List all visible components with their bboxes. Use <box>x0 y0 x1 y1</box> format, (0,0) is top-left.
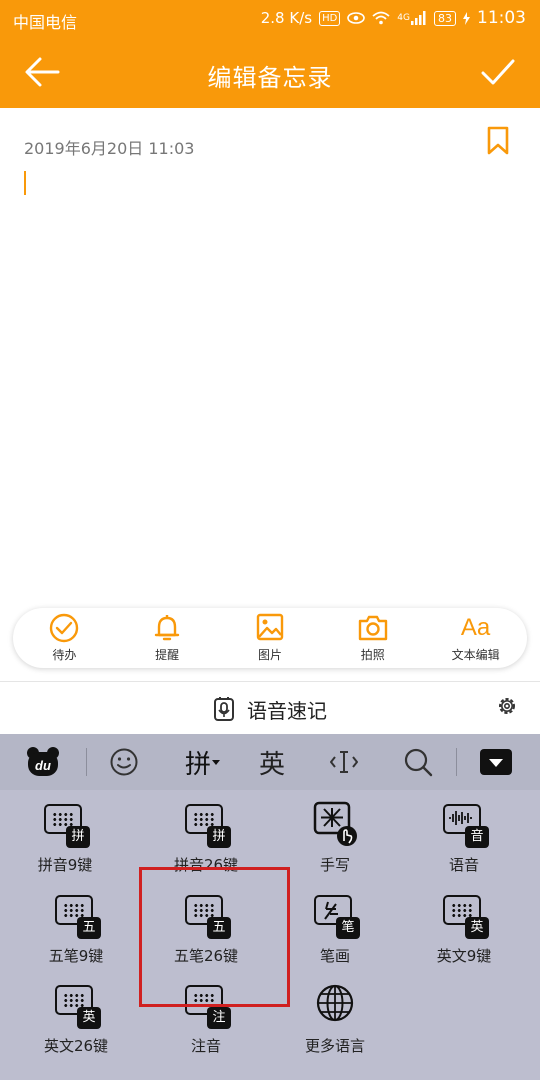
keyboard-icon: 拼 <box>40 800 90 848</box>
network-type: 4G <box>397 13 410 23</box>
keyboard-icon: 五 <box>51 891 101 939</box>
globe-icon <box>310 981 360 1029</box>
divider <box>0 681 540 682</box>
stroke-icon: 笔 <box>310 891 360 939</box>
input-method-label: 语音 <box>448 856 479 874</box>
charging-icon <box>463 11 470 25</box>
badge: 注 <box>207 1007 231 1029</box>
badge: 音 <box>465 826 489 848</box>
hide-keyboard-icon[interactable] <box>476 734 516 790</box>
english-label: 英 <box>258 749 285 780</box>
camera-icon <box>358 615 387 641</box>
keyboard-toolbar: du 拼 英 <box>0 734 540 790</box>
note-action-bar: 待办 提醒 图片 拍照 Aa 文本编辑 <box>13 608 527 668</box>
input-method-handwriting[interactable]: 手写 <box>270 800 400 875</box>
dropdown-icon <box>212 760 220 765</box>
image-icon <box>256 613 284 641</box>
camera-label: 拍照 <box>360 648 385 662</box>
english-mode-toggle[interactable]: 英 <box>252 734 292 790</box>
input-method-english-9[interactable]: 英 英文9键 <box>399 891 529 966</box>
input-method-label: 注音 <box>190 1037 221 1055</box>
badge: 五 <box>77 917 101 939</box>
voice-input-icon: 音 <box>439 800 489 848</box>
status-indicators: 2.8 K/s HD 4G 83 11:03 <box>261 8 526 28</box>
keyboard-icon: 英 <box>439 891 489 939</box>
todo-action[interactable]: 待办 <box>24 613 104 663</box>
input-method-label: 英文26键 <box>43 1037 109 1055</box>
app-header: 中国电信 2.8 K/s HD 4G 83 11:03 编辑备忘录 <box>0 0 540 108</box>
image-action[interactable]: 图片 <box>230 613 310 663</box>
image-label: 图片 <box>257 648 282 662</box>
keyboard-icon: 英 <box>51 981 101 1029</box>
input-method-pinyin-9[interactable]: 拼 拼音9键 <box>0 800 130 875</box>
reminder-label: 提醒 <box>155 648 180 662</box>
text-cursor[interactable] <box>24 171 26 195</box>
input-method-label: 更多语言 <box>304 1037 365 1055</box>
text-format-icon: Aa <box>460 614 491 641</box>
network-speed: 2.8 K/s <box>260 9 313 27</box>
input-method-label: 英文9键 <box>436 947 492 965</box>
clock: 11:03 <box>477 8 526 28</box>
toolbar-separator <box>456 748 457 776</box>
toolbar: 编辑备忘录 <box>0 36 540 108</box>
note-date: 2019年6月20日 11:03 <box>24 139 195 158</box>
input-method-pinyin-26[interactable]: 拼 拼音26键 <box>141 800 271 875</box>
badge: 笔 <box>336 917 360 939</box>
search-icon[interactable] <box>398 734 438 790</box>
save-check-icon[interactable] <box>480 56 516 88</box>
camera-action[interactable]: 拍照 <box>333 613 413 663</box>
battery-icon: 83 <box>434 10 456 26</box>
signal-icon <box>411 11 426 25</box>
badge: 英 <box>465 917 489 939</box>
voice-note-label: 语音速记 <box>247 698 327 723</box>
check-circle-icon <box>50 613 79 643</box>
wifi-icon <box>372 11 390 25</box>
handwriting-icon <box>310 800 360 848</box>
cursor-move-icon[interactable] <box>324 734 364 790</box>
pinyin-label: 拼 <box>184 749 211 780</box>
text-format-action[interactable]: Aa 文本编辑 <box>436 613 516 663</box>
status-bar: 中国电信 2.8 K/s HD 4G 83 11:03 <box>0 0 540 36</box>
input-method-voice[interactable]: 音 语音 <box>399 800 529 875</box>
badge: 拼 <box>66 826 90 848</box>
eye-icon <box>347 12 366 24</box>
text-format-label: 文本编辑 <box>451 648 500 662</box>
input-method-english-26[interactable]: 英 英文26键 <box>11 981 141 1056</box>
input-method-wubi-9[interactable]: 五 五笔9键 <box>11 891 141 966</box>
todo-label: 待办 <box>52 648 77 662</box>
pinyin-mode-toggle[interactable]: 拼 <box>178 734 228 790</box>
voice-recorder-icon <box>214 697 234 721</box>
emoji-icon[interactable] <box>104 734 144 790</box>
input-method-label: 拼音9键 <box>37 856 93 874</box>
svg-text:du: du <box>35 758 51 773</box>
voice-note-button[interactable]: 语音速记 <box>0 684 540 734</box>
keyboard-icon: 拼 <box>181 800 231 848</box>
reminder-action[interactable]: 提醒 <box>127 613 207 663</box>
carrier-label: 中国电信 <box>13 13 78 32</box>
bookmark-icon[interactable] <box>486 126 510 156</box>
gear-icon[interactable] <box>496 695 518 717</box>
highlight-box <box>139 867 290 1007</box>
input-method-label: 五笔9键 <box>48 947 104 965</box>
badge: 英 <box>77 1007 101 1029</box>
badge: 拼 <box>207 826 231 848</box>
hd-icon: HD <box>319 10 341 26</box>
page-title: 编辑备忘录 <box>207 64 333 92</box>
baidu-logo-icon[interactable]: du <box>22 734 64 790</box>
bell-icon <box>154 615 180 641</box>
toolbar-separator <box>86 748 87 776</box>
